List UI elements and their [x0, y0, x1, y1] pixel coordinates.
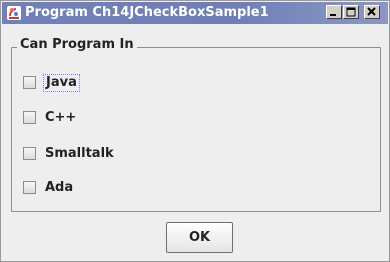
maximize-icon [346, 7, 356, 17]
checkbox-box[interactable] [23, 76, 36, 89]
app-window: Program Ch14JCheckBoxSample1 Can Program… [0, 0, 390, 262]
minimize-button[interactable] [326, 5, 342, 19]
ok-button[interactable]: OK [166, 222, 233, 253]
title-bar[interactable]: Program Ch14JCheckBoxSample1 [2, 2, 388, 24]
close-button[interactable] [364, 5, 380, 19]
checkbox-label: Smalltalk [45, 146, 114, 161]
maximize-button[interactable] [343, 5, 359, 19]
checkbox-box[interactable] [23, 147, 36, 160]
checkbox-label: C++ [45, 110, 77, 125]
panel-legend: Can Program In [17, 37, 137, 53]
java-app-icon [6, 5, 22, 21]
window-title: Program Ch14JCheckBoxSample1 [25, 5, 269, 20]
minimize-icon [330, 14, 336, 16]
close-icon [367, 7, 376, 16]
can-program-in-panel: Can Program In Java C++ Smalltalk Ada [11, 29, 381, 212]
checkbox-label: Java [43, 74, 80, 92]
checkbox-box[interactable] [23, 111, 36, 124]
checkbox-label: Ada [45, 180, 74, 195]
checkbox-box[interactable] [23, 181, 36, 194]
